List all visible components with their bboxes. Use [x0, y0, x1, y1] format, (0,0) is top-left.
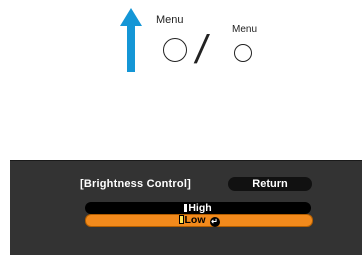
- option-label: High: [188, 202, 212, 214]
- menu-title: [Brightness Control]: [80, 178, 191, 190]
- enter-icon: ↵: [209, 217, 220, 227]
- option-label: Low: [184, 214, 206, 226]
- option-marker-icon: [184, 204, 188, 212]
- return-button[interactable]: Return: [228, 177, 312, 191]
- divider-slash: /: [192, 28, 212, 72]
- menu-button-icon: [234, 44, 252, 62]
- option-high[interactable]: High: [85, 202, 311, 214]
- brightness-control-menu: [Brightness Control] Return High Low ↵: [10, 160, 362, 255]
- menu-button-icon: [163, 38, 187, 62]
- arrow-up-icon: [120, 8, 142, 72]
- selected-marker-icon: [178, 215, 184, 224]
- option-low[interactable]: Low ↵: [85, 214, 313, 227]
- control-guide: Menu / Menu: [0, 0, 364, 80]
- menu-label-panel: Menu: [232, 24, 258, 35]
- menu-label-remote: Menu: [156, 14, 184, 26]
